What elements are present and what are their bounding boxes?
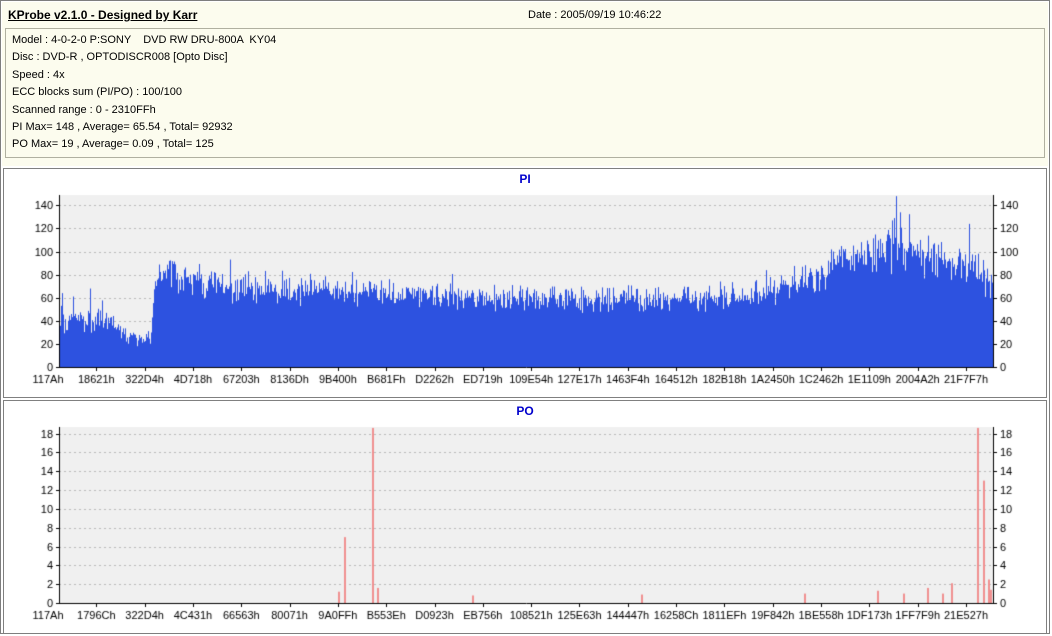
info-panel: Model : 4-0-2-0 P:SONY DVD RW DRU-800A K… (5, 28, 1045, 158)
app-title: KProbe v2.1.0 - Designed by Karr (8, 8, 198, 22)
pi-chart-title: PI (519, 172, 531, 186)
info-line-model: Model : 4-0-2-0 P:SONY DVD RW DRU-800A K… (12, 34, 277, 46)
info-line-po-stats: PO Max= 19 , Average= 0.09 , Total= 125 (12, 138, 214, 151)
po-chart-canvas (4, 421, 1048, 633)
info-line-disc: Disc : DVD-R , OPTODISCR008 [Opto Disc] (12, 51, 228, 64)
info-line-speed: Speed : 4x (12, 68, 65, 81)
kprobe-window: KProbe v2.1.0 - Designed by Karr Date : … (0, 0, 1050, 634)
info-line-ecc: ECC blocks sum (PI/PO) : 100/100 (12, 86, 182, 99)
po-chart-title: PO (516, 404, 534, 418)
scan-info-section: KProbe v2.1.0 - Designed by Karr Date : … (2, 2, 1048, 166)
pi-chart-canvas (4, 189, 1048, 397)
header: KProbe v2.1.0 - Designed by Karr Date : … (4, 4, 1046, 26)
info-line-scanned-range: Scanned range : 0 - 2310FFh (12, 103, 156, 116)
info-line-pi-stats: PI Max= 148 , Average= 65.54 , Total= 92… (12, 121, 233, 134)
po-chart-panel: PO (3, 400, 1048, 633)
pi-chart-panel: PI (3, 168, 1048, 398)
scan-date: Date : 2005/09/19 10:46:22 (528, 9, 662, 21)
